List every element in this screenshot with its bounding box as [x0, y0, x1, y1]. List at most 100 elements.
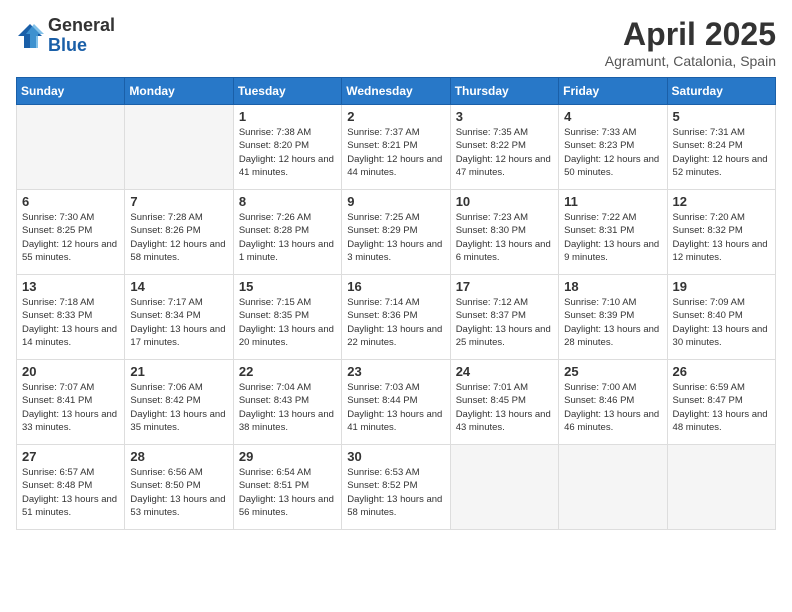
day-info: Sunrise: 6:53 AMSunset: 8:52 PMDaylight:…	[347, 466, 444, 519]
day-cell: 24 Sunrise: 7:01 AMSunset: 8:45 PMDayligh…	[450, 360, 558, 445]
day-number: 20	[22, 364, 119, 379]
weekday-header-saturday: Saturday	[667, 78, 775, 105]
day-info: Sunrise: 7:33 AMSunset: 8:23 PMDaylight:…	[564, 126, 661, 179]
day-info: Sunrise: 7:10 AMSunset: 8:39 PMDaylight:…	[564, 296, 661, 349]
day-cell: 10 Sunrise: 7:23 AMSunset: 8:30 PMDayligh…	[450, 190, 558, 275]
week-row-2: 6Sunrise: 7:30 AMSunset: 8:25 PMDaylight…	[17, 190, 776, 275]
day-cell: 17 Sunrise: 7:12 AMSunset: 8:37 PMDayligh…	[450, 275, 558, 360]
weekday-header-sunday: Sunday	[17, 78, 125, 105]
day-number: 25	[564, 364, 661, 379]
day-number: 18	[564, 279, 661, 294]
day-cell: 28 Sunrise: 6:56 AMSunset: 8:50 PMDayligh…	[125, 445, 233, 530]
day-cell: 14 Sunrise: 7:17 AMSunset: 8:34 PMDayligh…	[125, 275, 233, 360]
day-cell: 1 Sunrise: 7:38 AMSunset: 8:20 PMDaylight…	[233, 105, 341, 190]
calendar-table: SundayMondayTuesdayWednesdayThursdayFrid…	[16, 77, 776, 530]
day-cell: 16 Sunrise: 7:14 AMSunset: 8:36 PMDayligh…	[342, 275, 450, 360]
week-row-5: 27 Sunrise: 6:57 AMSunset: 8:48 PMDayligh…	[17, 445, 776, 530]
day-info: Sunrise: 7:01 AMSunset: 8:45 PMDaylight:…	[456, 381, 553, 434]
day-number: 13	[22, 279, 119, 294]
day-info: Sunrise: 7:17 AMSunset: 8:34 PMDaylight:…	[130, 296, 227, 349]
day-info: Sunrise: 7:09 AMSunset: 8:40 PMDaylight:…	[673, 296, 770, 349]
day-cell: 3Sunrise: 7:35 AMSunset: 8:22 PMDaylight…	[450, 105, 558, 190]
day-number: 15	[239, 279, 336, 294]
day-cell	[450, 445, 558, 530]
day-number: 22	[239, 364, 336, 379]
day-number: 11	[564, 194, 661, 209]
day-info: Sunrise: 6:59 AMSunset: 8:47 PMDaylight:…	[673, 381, 770, 434]
day-number: 16	[347, 279, 444, 294]
week-row-4: 20 Sunrise: 7:07 AMSunset: 8:41 PMDayligh…	[17, 360, 776, 445]
weekday-header-friday: Friday	[559, 78, 667, 105]
day-cell: 9 Sunrise: 7:25 AMSunset: 8:29 PMDaylight…	[342, 190, 450, 275]
day-number: 4	[564, 109, 661, 124]
day-info: Sunrise: 7:37 AMSunset: 8:21 PMDaylight:…	[347, 126, 444, 179]
day-cell: 8 Sunrise: 7:26 AMSunset: 8:28 PMDaylight…	[233, 190, 341, 275]
day-number: 2	[347, 109, 444, 124]
logo-icon	[16, 22, 44, 50]
logo-blue: Blue	[48, 36, 115, 56]
day-number: 10	[456, 194, 553, 209]
weekday-header-wednesday: Wednesday	[342, 78, 450, 105]
day-number: 27	[22, 449, 119, 464]
day-number: 30	[347, 449, 444, 464]
day-info: Sunrise: 6:54 AMSunset: 8:51 PMDaylight:…	[239, 466, 336, 519]
day-info: Sunrise: 7:12 AMSunset: 8:37 PMDaylight:…	[456, 296, 553, 349]
day-info: Sunrise: 7:04 AMSunset: 8:43 PMDaylight:…	[239, 381, 336, 434]
day-info: Sunrise: 7:06 AMSunset: 8:42 PMDaylight:…	[130, 381, 227, 434]
day-cell: 5 Sunrise: 7:31 AMSunset: 8:24 PMDaylight…	[667, 105, 775, 190]
weekday-header-tuesday: Tuesday	[233, 78, 341, 105]
day-number: 19	[673, 279, 770, 294]
week-row-3: 13 Sunrise: 7:18 AMSunset: 8:33 PMDayligh…	[17, 275, 776, 360]
day-cell: 11Sunrise: 7:22 AMSunset: 8:31 PMDayligh…	[559, 190, 667, 275]
day-number: 5	[673, 109, 770, 124]
day-info: Sunrise: 7:28 AMSunset: 8:26 PMDaylight:…	[130, 211, 227, 264]
weekday-header-monday: Monday	[125, 78, 233, 105]
day-info: Sunrise: 6:57 AMSunset: 8:48 PMDaylight:…	[22, 466, 119, 519]
day-cell: 18 Sunrise: 7:10 AMSunset: 8:39 PMDayligh…	[559, 275, 667, 360]
day-number: 23	[347, 364, 444, 379]
day-info: Sunrise: 7:18 AMSunset: 8:33 PMDaylight:…	[22, 296, 119, 349]
title-block: April 2025 Agramunt, Catalonia, Spain	[605, 16, 776, 69]
day-info: Sunrise: 7:38 AMSunset: 8:20 PMDaylight:…	[239, 126, 336, 179]
day-cell: 30 Sunrise: 6:53 AMSunset: 8:52 PMDayligh…	[342, 445, 450, 530]
day-cell: 27 Sunrise: 6:57 AMSunset: 8:48 PMDayligh…	[17, 445, 125, 530]
weekday-header-thursday: Thursday	[450, 78, 558, 105]
logo-general: General	[48, 16, 115, 36]
day-cell: 19 Sunrise: 7:09 AMSunset: 8:40 PMDayligh…	[667, 275, 775, 360]
day-cell	[125, 105, 233, 190]
day-number: 14	[130, 279, 227, 294]
day-cell: 7 Sunrise: 7:28 AMSunset: 8:26 PMDaylight…	[125, 190, 233, 275]
day-number: 17	[456, 279, 553, 294]
day-cell: 2 Sunrise: 7:37 AMSunset: 8:21 PMDaylight…	[342, 105, 450, 190]
day-info: Sunrise: 6:56 AMSunset: 8:50 PMDaylight:…	[130, 466, 227, 519]
day-cell: 26 Sunrise: 6:59 AMSunset: 8:47 PMDayligh…	[667, 360, 775, 445]
day-number: 3	[456, 109, 553, 124]
day-number: 24	[456, 364, 553, 379]
day-cell	[559, 445, 667, 530]
day-cell: 15Sunrise: 7:15 AMSunset: 8:35 PMDayligh…	[233, 275, 341, 360]
day-number: 1	[239, 109, 336, 124]
day-cell: 21Sunrise: 7:06 AMSunset: 8:42 PMDayligh…	[125, 360, 233, 445]
day-number: 28	[130, 449, 227, 464]
day-cell: 13 Sunrise: 7:18 AMSunset: 8:33 PMDayligh…	[17, 275, 125, 360]
day-info: Sunrise: 7:20 AMSunset: 8:32 PMDaylight:…	[673, 211, 770, 264]
day-info: Sunrise: 7:31 AMSunset: 8:24 PMDaylight:…	[673, 126, 770, 179]
day-cell: 6Sunrise: 7:30 AMSunset: 8:25 PMDaylight…	[17, 190, 125, 275]
day-info: Sunrise: 7:07 AMSunset: 8:41 PMDaylight:…	[22, 381, 119, 434]
day-number: 26	[673, 364, 770, 379]
day-cell: 20 Sunrise: 7:07 AMSunset: 8:41 PMDayligh…	[17, 360, 125, 445]
day-info: Sunrise: 7:14 AMSunset: 8:36 PMDaylight:…	[347, 296, 444, 349]
day-info: Sunrise: 7:30 AMSunset: 8:25 PMDaylight:…	[22, 211, 119, 264]
day-number: 8	[239, 194, 336, 209]
day-number: 9	[347, 194, 444, 209]
day-cell: 22 Sunrise: 7:04 AMSunset: 8:43 PMDayligh…	[233, 360, 341, 445]
day-info: Sunrise: 7:23 AMSunset: 8:30 PMDaylight:…	[456, 211, 553, 264]
day-info: Sunrise: 7:25 AMSunset: 8:29 PMDaylight:…	[347, 211, 444, 264]
week-row-1: 1 Sunrise: 7:38 AMSunset: 8:20 PMDaylight…	[17, 105, 776, 190]
day-info: Sunrise: 7:00 AMSunset: 8:46 PMDaylight:…	[564, 381, 661, 434]
day-info: Sunrise: 7:03 AMSunset: 8:44 PMDaylight:…	[347, 381, 444, 434]
day-info: Sunrise: 7:26 AMSunset: 8:28 PMDaylight:…	[239, 211, 336, 264]
day-number: 12	[673, 194, 770, 209]
day-number: 7	[130, 194, 227, 209]
month-title: April 2025	[605, 16, 776, 53]
